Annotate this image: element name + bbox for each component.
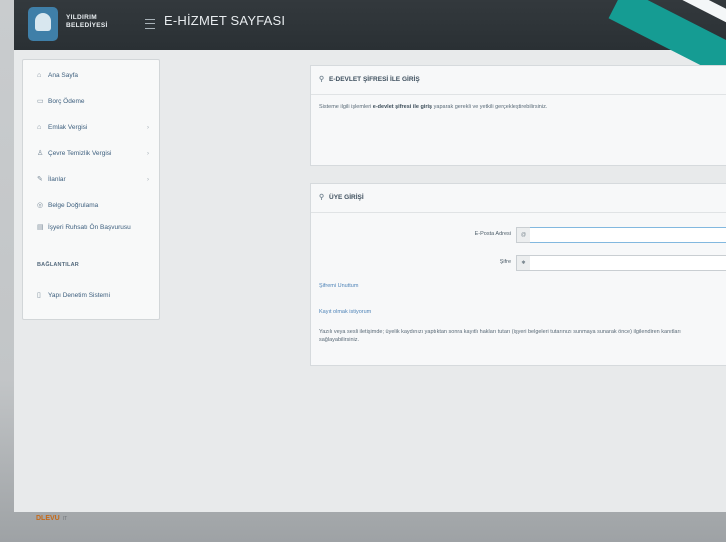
register-link[interactable]: Kayıt olmak istiyorum xyxy=(319,308,371,316)
sidebar-link-label: Yapı Denetim Sistemi xyxy=(48,292,111,299)
password-label: Şifre xyxy=(499,259,511,265)
sidebar: ⌂ Ana Sayfa ▭ Borç Ödeme ⌂ Emlak Vergisi… xyxy=(22,59,160,320)
member-login-panel: ⚲ ÜYE GİRİŞİ E-Posta Adresi @ Şifre ✱ Şi… xyxy=(310,183,726,366)
credit-card-icon: ▭ xyxy=(37,98,44,105)
sidebar-item-label: Emlak Vergisi xyxy=(48,124,88,131)
sidebar-item-label: İşyeri Ruhsatı Ön Başvurusu xyxy=(48,224,131,231)
edevlet-text-after: yaparak gerekli ve yetkili gerçekleştire… xyxy=(432,104,548,110)
footer-brand-logo: DLEVU IT xyxy=(36,515,67,522)
chevron-right-icon: › xyxy=(147,177,149,183)
logo-line-2: BELEDİYESİ xyxy=(66,22,108,29)
email-label: E-Posta Adresi xyxy=(474,231,511,237)
document-icon: ▤ xyxy=(37,224,44,231)
logo-text: YILDIRIM BELEDİYESİ xyxy=(66,14,108,30)
sidebar-link-building-inspection[interactable]: ▯ Yapı Denetim Sistemi xyxy=(23,286,159,306)
sidebar-item-label: Ana Sayfa xyxy=(48,72,78,79)
municipality-logo-icon[interactable] xyxy=(28,7,58,41)
edevlet-text-before: Sisteme ilgili işlemleri xyxy=(319,104,373,110)
password-field[interactable] xyxy=(530,255,726,271)
key-icon: ⚲ xyxy=(319,194,325,201)
edevlet-description: Sisteme ilgili işlemleri e-devlet şifres… xyxy=(319,103,719,111)
sidebar-item-debt-payment[interactable]: ▭ Borç Ödeme xyxy=(23,92,159,112)
edevlet-login-panel: ⚲ E-DEVLET ŞİFRESİ İLE GİRİŞ Sisteme ilg… xyxy=(310,65,726,166)
edevlet-login-link[interactable]: e-devlet şifresi ile giriş xyxy=(373,104,432,110)
broom-icon: ♙ xyxy=(37,150,44,157)
logo-line-1: YILDIRIM xyxy=(66,14,97,21)
check-circle-icon: ◎ xyxy=(37,202,44,209)
sidebar-item-property-tax[interactable]: ⌂ Emlak Vergisi › xyxy=(23,118,159,138)
member-panel-title: ÜYE GİRİŞİ xyxy=(329,194,364,201)
sidebar-item-document-verification[interactable]: ◎ Belge Doğrulama xyxy=(23,196,159,216)
home-icon: ⌂ xyxy=(37,72,42,79)
sidebar-item-label: Borç Ödeme xyxy=(48,98,85,105)
lock-icon: ✱ xyxy=(516,255,531,271)
edevlet-panel-header: ⚲ E-DEVLET ŞİFRESİ İLE GİRİŞ xyxy=(311,66,726,95)
email-addon-icon: @ xyxy=(516,227,531,243)
sidebar-item-business-license[interactable]: ▤ İşyeri Ruhsatı Ön Başvurusu xyxy=(23,216,159,244)
page-title: E-HİZMET SAYFASI xyxy=(164,13,286,28)
footer-brand: DLEVU xyxy=(36,515,60,522)
forgot-password-link[interactable]: Şifremi Unuttum xyxy=(319,282,358,290)
sidebar-item-ads[interactable]: ✎ İlanlar › xyxy=(23,170,159,190)
member-info-text: Yazılı veya sesli iletişimde; üyelik kay… xyxy=(319,329,681,343)
sidebar-item-home[interactable]: ⌂ Ana Sayfa xyxy=(23,66,159,86)
sidebar-item-label: İlanlar xyxy=(48,176,66,183)
member-panel-header: ⚲ ÜYE GİRİŞİ xyxy=(311,184,726,213)
monitor-frame: YILDIRIM BELEDİYESİ E-HİZMET SAYFASI ⌂ A… xyxy=(0,0,726,542)
sidebar-item-environmental-tax[interactable]: ♙ Çevre Temizlik Vergisi › xyxy=(23,144,159,164)
footer-brand-sub: IT xyxy=(62,516,68,522)
chevron-right-icon: › xyxy=(147,151,149,157)
sidebar-item-label: Belge Doğrulama xyxy=(48,202,99,209)
building-icon: ⌂ xyxy=(37,124,42,131)
key-icon: ⚲ xyxy=(319,76,325,83)
sidebar-item-label: Çevre Temizlik Vergisi xyxy=(48,150,112,157)
pencil-icon: ✎ xyxy=(37,176,43,183)
top-navbar: YILDIRIM BELEDİYESİ E-HİZMET SAYFASI xyxy=(14,0,726,105)
sidebar-section-links: BAĞLANTILAR xyxy=(37,262,79,268)
chevron-right-icon: › xyxy=(147,125,149,131)
document-icon: ▯ xyxy=(37,292,41,299)
edevlet-panel-title: E-DEVLET ŞİFRESİ İLE GİRİŞ xyxy=(329,76,420,83)
email-field[interactable] xyxy=(530,227,726,243)
hamburger-menu-icon[interactable] xyxy=(145,19,155,29)
screen: YILDIRIM BELEDİYESİ E-HİZMET SAYFASI ⌂ A… xyxy=(14,0,726,512)
